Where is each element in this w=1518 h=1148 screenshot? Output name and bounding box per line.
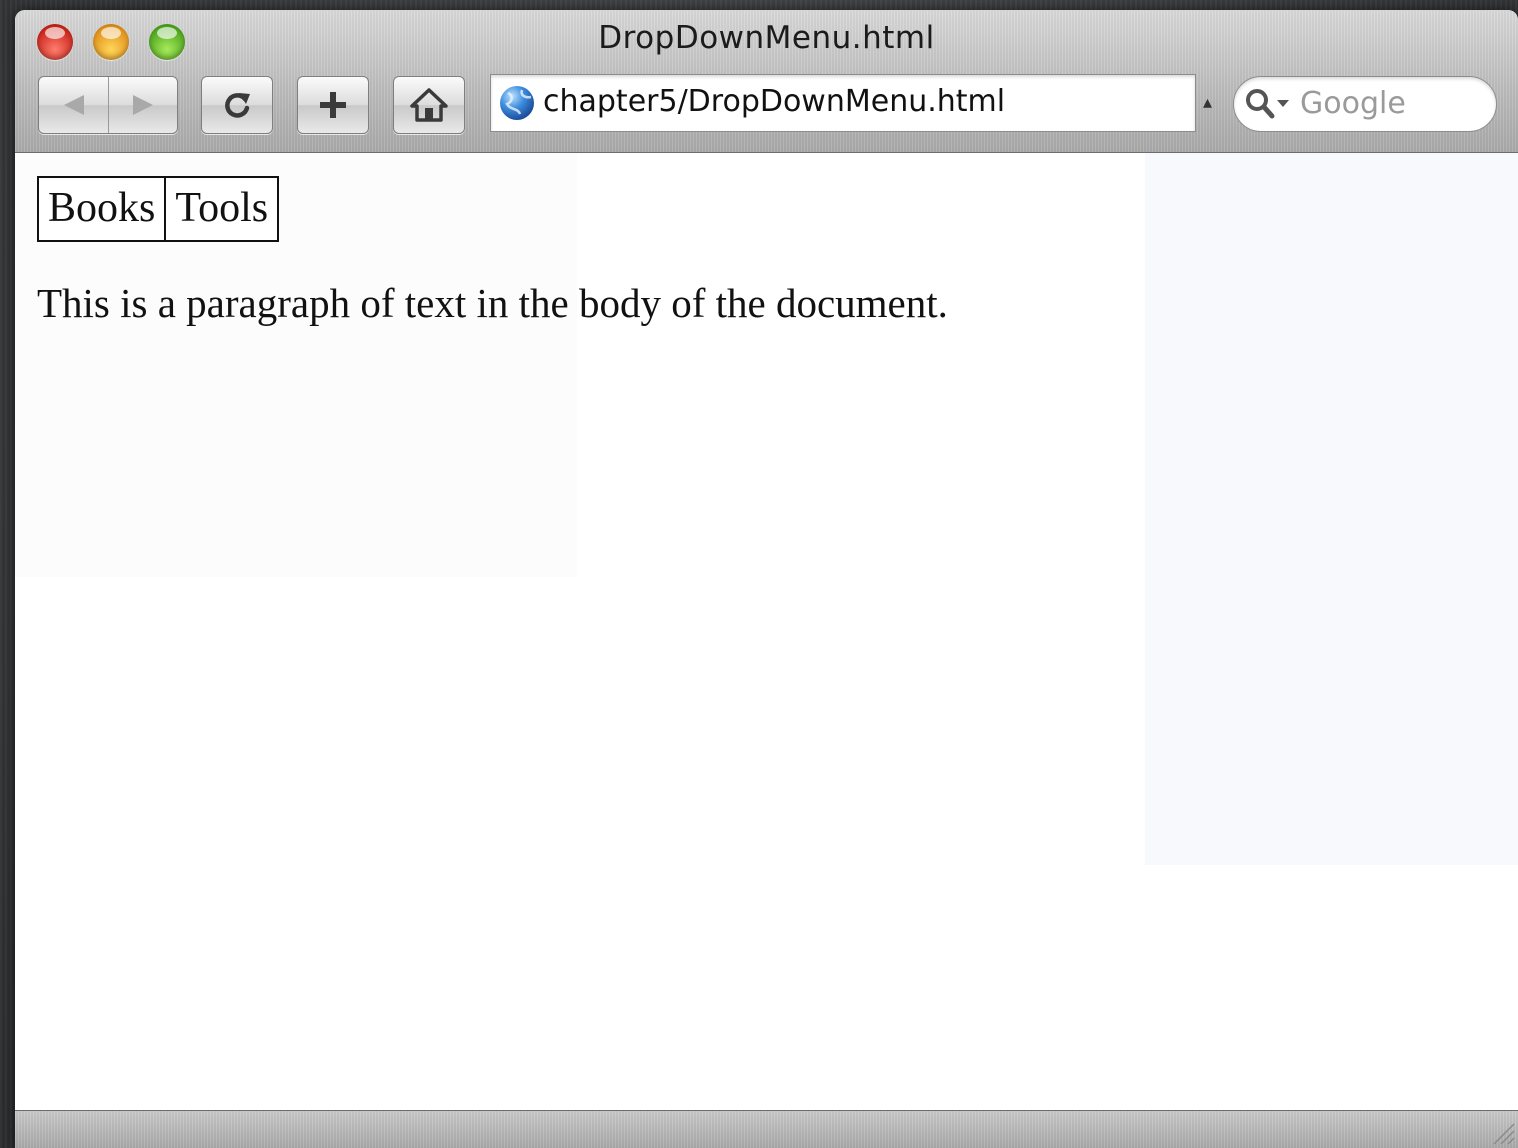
back-button[interactable] (39, 77, 108, 133)
search-icon[interactable] (1244, 87, 1296, 121)
dropdown-menu-bar: Books Tools (36, 176, 280, 242)
menu-item-tools[interactable]: Tools (164, 176, 280, 242)
page-content: Books Tools This is a paragraph of text … (15, 153, 1518, 1108)
back-arrow-icon (63, 95, 84, 115)
unified-toolbar: DropDownMenu.html chapter5/DropDownMenu.… (15, 10, 1518, 153)
add-bookmark-button[interactable] (297, 76, 369, 134)
home-button[interactable] (393, 76, 465, 134)
search-field-container (1233, 76, 1497, 132)
background-region (1145, 153, 1518, 865)
back-forward-control (38, 76, 178, 134)
window-title: DropDownMenu.html (598, 20, 935, 56)
url-text[interactable]: chapter5/DropDownMenu.html (543, 84, 1005, 119)
resize-grip-icon[interactable] (1488, 1118, 1516, 1146)
address-dropdown-icon[interactable]: ▴ (1203, 92, 1212, 113)
reload-button[interactable] (201, 76, 273, 134)
status-bar (15, 1110, 1518, 1148)
search-input[interactable] (1300, 83, 1480, 123)
globe-icon (500, 86, 534, 120)
menu-item-books[interactable]: Books (36, 176, 167, 242)
browser-window: DropDownMenu.html chapter5/DropDownMenu.… (15, 10, 1518, 1148)
reload-icon (225, 93, 250, 118)
address-bar[interactable]: chapter5/DropDownMenu.html (490, 74, 1196, 132)
body-paragraph: This is a paragraph of text in the body … (37, 280, 948, 326)
home-icon (410, 88, 448, 122)
forward-arrow-icon (133, 95, 153, 115)
forward-button[interactable] (109, 77, 177, 133)
plus-icon (320, 92, 346, 118)
